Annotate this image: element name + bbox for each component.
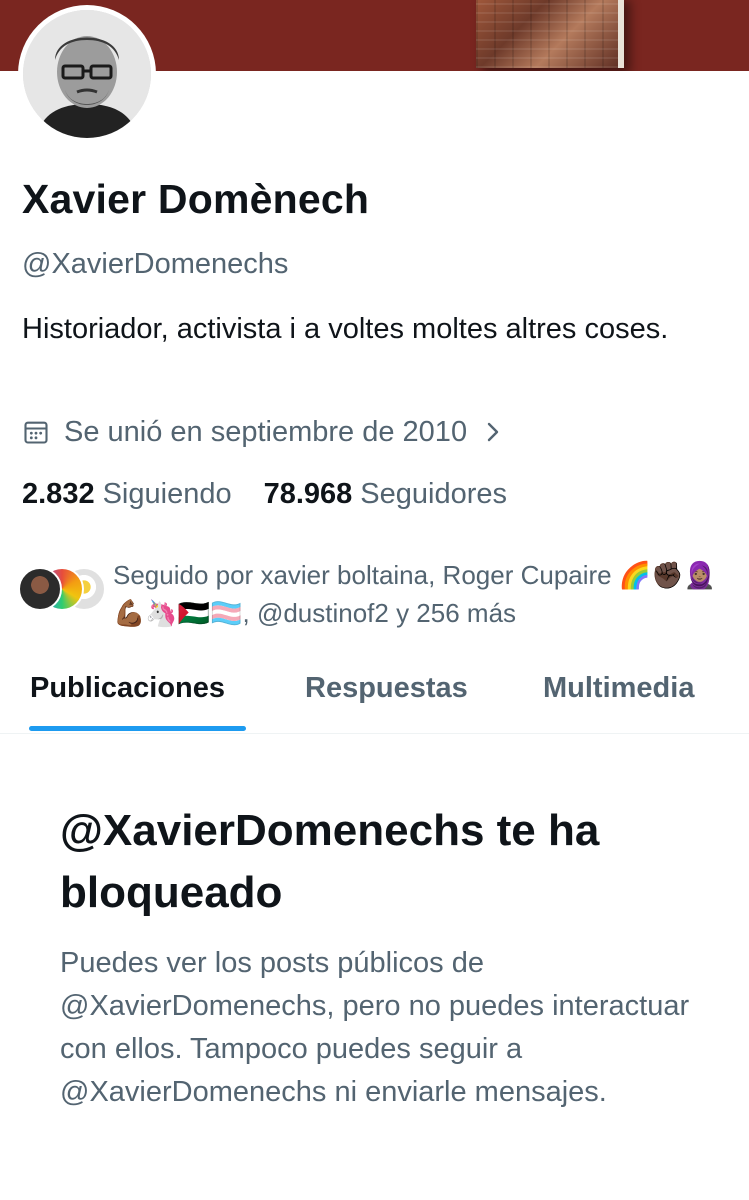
followers-count: 78.968	[263, 478, 353, 510]
banner-book-image	[476, 0, 624, 68]
blocked-description: Puedes ver los posts públicos de @Xavier…	[60, 947, 690, 1108]
joined-date[interactable]: Se unió en septiembre de 2010	[22, 414, 501, 450]
following-label: Siguiendo	[102, 478, 232, 510]
chevron-right-icon	[487, 422, 499, 442]
blocked-title: @XavierDomenechs te ha bloqueado	[60, 806, 600, 917]
avatar-photo	[23, 10, 151, 138]
followers-link[interactable]: 78.968 Seguidores	[264, 478, 507, 511]
tab-respuestas[interactable]: Respuestas	[305, 672, 468, 705]
following-link[interactable]: 2.832 Siguiendo	[22, 478, 232, 511]
profile-bio: Historiador, activista i a voltes moltes…	[22, 313, 669, 345]
calendar-icon	[24, 421, 48, 444]
joined-text: Se unió en septiembre de 2010	[64, 415, 468, 448]
avatar-illustration	[23, 10, 151, 138]
profile-stats: 2.832 Siguiendo 78.968 Seguidores	[22, 478, 507, 511]
tab-multimedia[interactable]: Multimedia	[543, 672, 694, 705]
followers-label: Seguidores	[360, 478, 507, 510]
profile-avatar[interactable]	[18, 5, 156, 143]
profile-handle: @XavierDomenechs	[22, 248, 289, 280]
profile-tabs: Publicaciones Respuestas Multimedia	[0, 660, 749, 734]
following-count: 2.832	[22, 478, 95, 510]
followed-by-text[interactable]: Seguido por xavier boltaina, Roger Cupai…	[113, 556, 728, 632]
followers-you-know-avatars[interactable]	[18, 567, 108, 615]
tab-publicaciones[interactable]: Publicaciones	[30, 672, 225, 705]
follower-avatar	[18, 567, 62, 611]
profile-name: Xavier Domènech	[22, 176, 370, 222]
active-tab-indicator	[29, 726, 246, 731]
